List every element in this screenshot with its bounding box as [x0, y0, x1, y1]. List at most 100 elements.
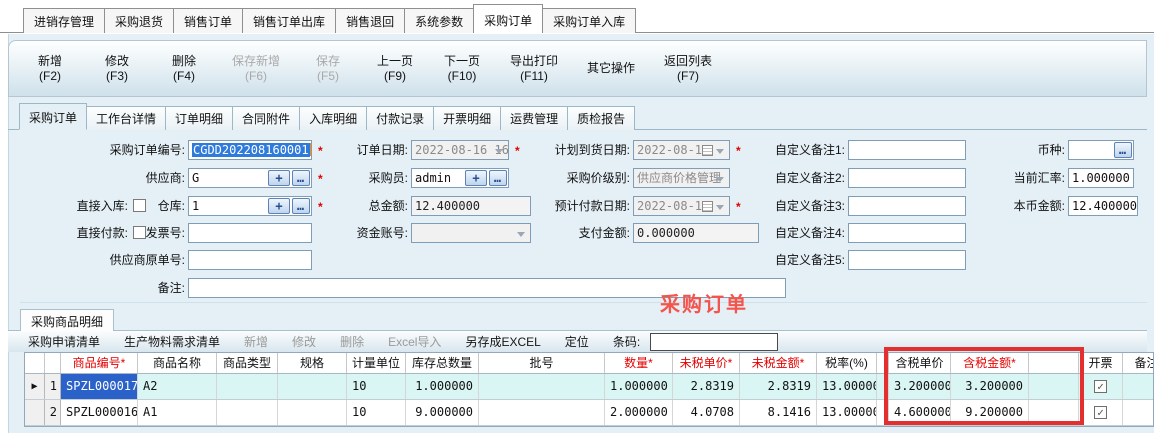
- cell-product-name[interactable]: A1: [138, 400, 217, 425]
- column-header-stock-total-qty[interactable]: 库存总数量: [406, 353, 479, 373]
- cell-product-code[interactable]: SPZL000016: [61, 400, 138, 425]
- column-header-invoiced[interactable]: 开票: [1079, 353, 1123, 373]
- payment-amount-input[interactable]: 0.000000: [633, 223, 759, 243]
- window-tab-purchase-return[interactable]: 采购退货: [104, 8, 174, 33]
- row-selector-arrow-icon[interactable]: ▶: [25, 374, 45, 399]
- detail-group-tab[interactable]: 采购商品明细: [20, 309, 114, 331]
- toolbar-other-operations-button[interactable]: 其它操作: [579, 59, 643, 78]
- toolbar-modify-button[interactable]: 修改(F3): [90, 52, 144, 86]
- column-header-remark[interactable]: 备注: [1123, 353, 1154, 373]
- cell-tax-rate[interactable]: 13.000000: [817, 374, 877, 399]
- column-header-qty[interactable]: 数量*: [605, 353, 673, 373]
- column-header-unit[interactable]: 计量单位: [347, 353, 406, 373]
- price-level-select[interactable]: 供应商价格管理: [633, 168, 730, 188]
- supplier-ref-no-input[interactable]: [188, 250, 312, 270]
- fund-account-select[interactable]: [411, 223, 531, 243]
- detail-action-purchase-request-list[interactable]: 采购申请清单: [28, 333, 100, 350]
- cell-qty[interactable]: 1.000000: [605, 374, 673, 399]
- subtab-stockin-detail[interactable]: 入库明细: [299, 106, 367, 130]
- column-header-product-code[interactable]: 商品编号*: [61, 353, 138, 373]
- invoiced-checkbox[interactable]: ✓: [1094, 406, 1107, 419]
- window-tab-sales-return[interactable]: 销售退回: [335, 8, 405, 33]
- toolbar-back-to-list-button[interactable]: 返回列表(F7): [656, 52, 720, 86]
- subtab-contract-attachment[interactable]: 合同附件: [232, 106, 300, 130]
- window-tab-purchase-order[interactable]: 采购订单: [473, 4, 543, 33]
- window-tab-purchase-order-inbound[interactable]: 采购订单入库: [542, 8, 636, 33]
- planned-arrival-date-input[interactable]: 2022-08-16: [633, 140, 730, 160]
- toolbar-add-button[interactable]: 新增(F2): [23, 52, 77, 86]
- cell-product-name[interactable]: A2: [138, 374, 217, 399]
- toolbar-save-button[interactable]: 保存(F5): [301, 52, 355, 86]
- add-button[interactable]: +: [268, 170, 290, 186]
- cell-untaxed-amount[interactable]: 8.1416: [740, 400, 817, 425]
- detail-action-production-material-demand-list[interactable]: 生产物料需求清单: [124, 333, 220, 350]
- lookup-button[interactable]: …: [292, 198, 310, 214]
- custom-note2-input[interactable]: [848, 168, 966, 188]
- toolbar-delete-button[interactable]: 删除(F4): [157, 52, 211, 86]
- custom-note5-input[interactable]: [848, 250, 966, 270]
- toolbar-save-new-button[interactable]: 保存新增(F6): [224, 52, 288, 86]
- cell-untaxed-price[interactable]: 2.8319: [673, 374, 740, 399]
- toolbar-export-print-button[interactable]: 导出打印(F11): [502, 52, 566, 86]
- cell-product-type[interactable]: [217, 400, 278, 425]
- cell-row-no[interactable]: 1: [45, 374, 61, 399]
- column-header-product-name[interactable]: 商品名称: [138, 353, 217, 373]
- subtab-freight-management[interactable]: 运费管理: [500, 106, 568, 130]
- window-tab-sales-order-outbound[interactable]: 销售订单出库: [242, 8, 336, 33]
- subtab-quality-report[interactable]: 质检报告: [567, 106, 635, 130]
- column-header-selector[interactable]: [25, 353, 45, 373]
- cell-invoiced[interactable]: ✓: [1079, 374, 1123, 399]
- add-button[interactable]: +: [465, 170, 487, 186]
- custom-note3-input[interactable]: [848, 196, 966, 216]
- order-no-input[interactable]: CGDD202208160001: [188, 140, 312, 160]
- toolbar-next-page-button[interactable]: 下一页(F10): [435, 52, 489, 86]
- invoice-no-input[interactable]: [188, 223, 312, 243]
- planned-payment-date-input[interactable]: 2022-08-16: [633, 196, 730, 216]
- detail-action-locate[interactable]: 定位: [565, 333, 589, 350]
- custom-note1-input[interactable]: [848, 140, 966, 160]
- direct-stockin-checkbox[interactable]: [133, 199, 146, 212]
- column-header-untaxed-price[interactable]: 未税单价*: [673, 353, 740, 373]
- cell-unit[interactable]: 10: [347, 400, 406, 425]
- column-header-batch-no[interactable]: 批号: [479, 353, 605, 373]
- window-tab-system-params[interactable]: 系统参数: [404, 8, 474, 33]
- cell-selector[interactable]: [25, 400, 45, 425]
- column-header-product-type[interactable]: 商品类型: [217, 353, 278, 373]
- column-header-tax-rate[interactable]: 税率(%): [817, 353, 877, 373]
- detail-action-delete-line[interactable]: 删除: [340, 333, 364, 350]
- subtab-order-detail[interactable]: 订单明细: [165, 106, 233, 130]
- total-amount-input[interactable]: 12.400000: [411, 196, 531, 216]
- detail-action-modify-line[interactable]: 修改: [292, 333, 316, 350]
- cell-remark[interactable]: [1123, 374, 1154, 399]
- subtab-invoice-detail[interactable]: 开票明细: [433, 106, 501, 130]
- cell-invoiced[interactable]: ✓: [1079, 400, 1123, 425]
- lookup-button[interactable]: …: [1114, 142, 1132, 158]
- lookup-button[interactable]: …: [292, 170, 310, 186]
- cell-product-type[interactable]: [217, 374, 278, 399]
- subtab-payment-record[interactable]: 付款记录: [366, 106, 434, 130]
- add-button[interactable]: +: [268, 198, 290, 214]
- order-date-input[interactable]: 2022-08-16 16:: [411, 140, 509, 160]
- currency-input[interactable]: …: [1068, 140, 1134, 160]
- cell-batch-no[interactable]: [479, 374, 605, 399]
- window-tab-sales-order[interactable]: 销售订单: [173, 8, 243, 33]
- cell-product-code[interactable]: SPZL000017: [61, 374, 138, 399]
- supplier-input[interactable]: G+…: [188, 168, 312, 188]
- cell-row-no[interactable]: 2: [45, 400, 61, 425]
- cell-qty[interactable]: 2.000000: [605, 400, 673, 425]
- cell-untaxed-price[interactable]: 4.0708: [673, 400, 740, 425]
- subtab-purchase-order[interactable]: 采购订单: [19, 103, 87, 130]
- local-amount-input[interactable]: 12.400000: [1068, 196, 1138, 216]
- invoiced-checkbox[interactable]: ✓: [1094, 380, 1107, 393]
- cell-untaxed-amount[interactable]: 2.8319: [740, 374, 817, 399]
- detail-action-add-line[interactable]: 新增: [244, 333, 268, 350]
- toolbar-prev-page-button[interactable]: 上一页(F9): [368, 52, 422, 86]
- column-header-row-no[interactable]: [45, 353, 61, 373]
- column-header-untaxed-amount[interactable]: 未税金额*: [740, 353, 817, 373]
- subtab-workbench-detail[interactable]: 工作台详情: [86, 106, 166, 130]
- cell-spec[interactable]: [278, 400, 347, 425]
- cell-remark[interactable]: [1123, 400, 1154, 425]
- cell-spec[interactable]: [278, 374, 347, 399]
- cell-batch-no[interactable]: [479, 400, 605, 425]
- detail-action-save-as-excel[interactable]: 另存成EXCEL: [465, 333, 540, 350]
